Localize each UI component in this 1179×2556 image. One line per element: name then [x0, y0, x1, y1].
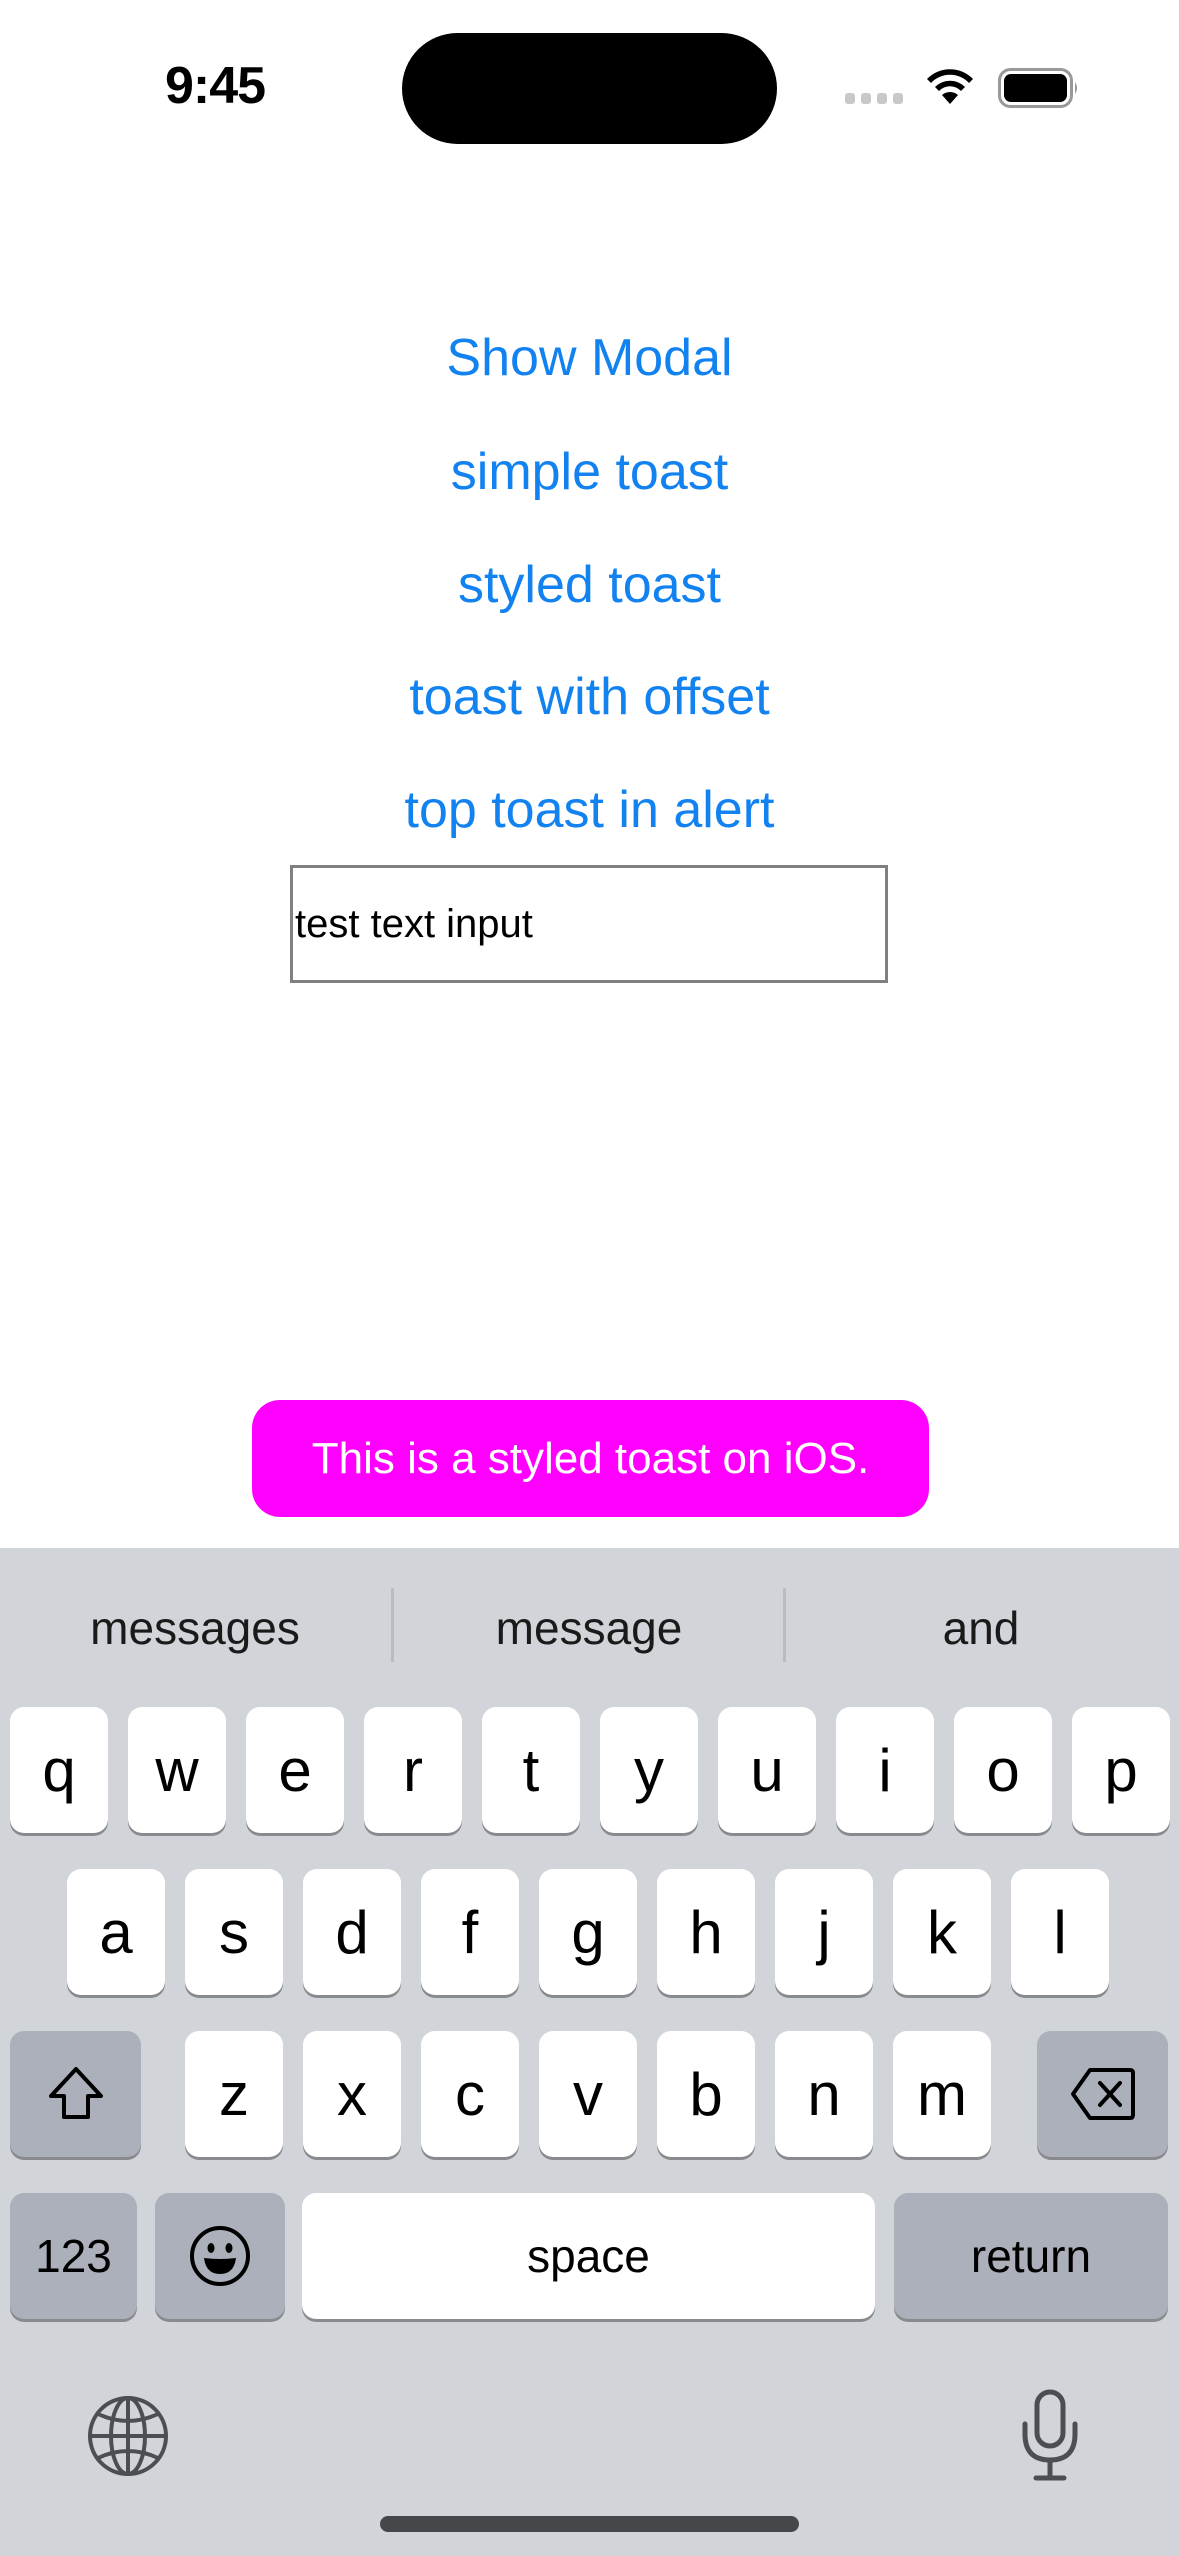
key-i[interactable]: i [836, 1707, 934, 1833]
key-s[interactable]: s [185, 1869, 283, 1995]
status-time: 9:45 [164, 57, 266, 115]
return-key[interactable]: return [894, 2193, 1168, 2319]
key-u[interactable]: u [718, 1707, 816, 1833]
test-text-input[interactable] [290, 865, 888, 983]
key-a[interactable]: a [67, 1869, 165, 1995]
simple-toast-button[interactable]: simple toast [0, 437, 1179, 507]
emoji-icon [190, 2226, 250, 2286]
home-indicator[interactable] [380, 2516, 799, 2532]
suggestion-2[interactable]: message [394, 1588, 784, 1668]
suggestion-1[interactable]: messages [0, 1588, 390, 1668]
toast-message: This is a styled toast on iOS. [311, 1433, 870, 1483]
key-o[interactable]: o [954, 1707, 1052, 1833]
wifi-icon [927, 69, 973, 104]
show-modal-button[interactable]: Show Modal [0, 323, 1179, 393]
suggestion-3[interactable]: and [786, 1588, 1176, 1668]
key-y[interactable]: y [600, 1707, 698, 1833]
key-m[interactable]: m [893, 2031, 991, 2157]
key-j[interactable]: j [775, 1869, 873, 1995]
key-h[interactable]: h [657, 1869, 755, 1995]
key-r[interactable]: r [364, 1707, 462, 1833]
key-k[interactable]: k [893, 1869, 991, 1995]
styled-toast-button[interactable]: styled toast [0, 550, 1179, 620]
globe-icon[interactable] [86, 2394, 170, 2478]
key-g[interactable]: g [539, 1869, 637, 1995]
battery-icon [998, 68, 1077, 108]
key-p[interactable]: p [1072, 1707, 1170, 1833]
shift-key[interactable] [10, 2031, 141, 2157]
key-w[interactable]: w [128, 1707, 226, 1833]
shift-icon [48, 2067, 103, 2119]
key-b[interactable]: b [657, 2031, 755, 2157]
key-q[interactable]: q [10, 1707, 108, 1833]
delete-icon [1070, 2068, 1135, 2120]
key-l[interactable]: l [1011, 1869, 1109, 1995]
styled-toast: This is a styled toast on iOS. [252, 1400, 929, 1517]
key-f[interactable]: f [421, 1869, 519, 1995]
dynamic-island [402, 33, 777, 144]
microphone-icon[interactable] [1020, 2388, 1080, 2484]
key-c[interactable]: c [421, 2031, 519, 2157]
toast-with-offset-button[interactable]: toast with offset [0, 662, 1179, 732]
keyboard: messages message and qwertyuiop asdfghjkl… [0, 1548, 1179, 2556]
cellular-signal-icon [845, 93, 903, 104]
key-t[interactable]: t [482, 1707, 580, 1833]
space-key[interactable]: space [302, 2193, 875, 2319]
delete-key[interactable] [1037, 2031, 1168, 2157]
key-d[interactable]: d [303, 1869, 401, 1995]
key-v[interactable]: v [539, 2031, 637, 2157]
key-x[interactable]: x [303, 2031, 401, 2157]
emoji-key[interactable] [155, 2193, 285, 2319]
key-n[interactable]: n [775, 2031, 873, 2157]
top-toast-in-alert-button[interactable]: top toast in alert [0, 775, 1179, 845]
key-e[interactable]: e [246, 1707, 344, 1833]
numbers-key[interactable]: 123 [10, 2193, 137, 2319]
key-z[interactable]: z [185, 2031, 283, 2157]
